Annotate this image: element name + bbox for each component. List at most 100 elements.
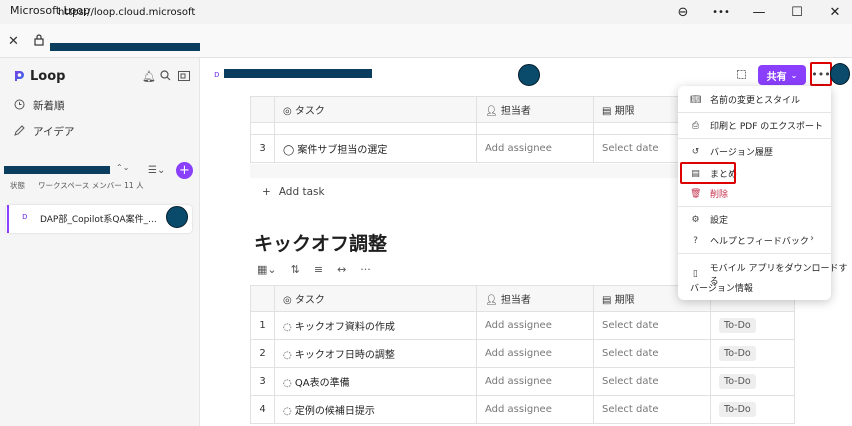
redacted-avatar-header [518, 64, 540, 86]
filter-icon[interactable]: ≡ [314, 263, 323, 276]
menu-item-rename[interactable]: 📖︎ 名前の変更とスタイル [690, 93, 800, 107]
url-text[interactable]: https://loop.cloud.microsoft [58, 7, 195, 18]
calendar-icon: ▤ [602, 295, 612, 306]
workspace-switcher-icon[interactable]: ⌃⌄ [116, 163, 129, 172]
close-icon[interactable]: ✕ [8, 34, 19, 49]
table-row[interactable]: 2 ◌ キックオフ日時の調整 Add assignee Select date … [250, 339, 795, 368]
due-column-header: 期限 [614, 295, 635, 306]
assignee-cell[interactable]: Add assignee [476, 134, 594, 163]
sidebar [0, 58, 200, 426]
assignee-column-header: 担当者 [500, 295, 531, 306]
help-icon: ? [693, 235, 698, 246]
add-task-label: Add task [278, 186, 325, 198]
sort-icon[interactable]: ⇅ [291, 263, 300, 276]
task-text[interactable]: 定例の候補日提示 [295, 406, 375, 417]
nav-ideas[interactable]: アイデア [14, 124, 74, 139]
row-number: 3 [250, 134, 275, 163]
share-button[interactable]: 共有 ⌄ [758, 65, 806, 85]
nav-recent-label: 新着順 [33, 100, 65, 112]
task-text[interactable]: キックオフ日時の調整 [295, 350, 395, 361]
chevron-right-icon: › [810, 233, 814, 244]
panel-icon[interactable] [178, 71, 190, 84]
task-text[interactable]: 案件サブ担当の選定 [297, 145, 387, 156]
task-progress-icon[interactable]: ◌ [283, 378, 292, 389]
status-badge[interactable]: To-Do [719, 318, 756, 333]
page-item-label: DAP部_Copilot系QA案件_... [40, 215, 157, 225]
task-table-2: ◎ タスク 👤︎ 担当者 ▤ 期限 1 ◌ キックオフ資料の作成 Add ass… [250, 285, 795, 424]
due-cell[interactable]: Select date [593, 367, 711, 396]
menu-item-about[interactable]: バージョン情報 [690, 281, 753, 294]
more-options-button[interactable]: ••• [810, 62, 832, 86]
address-bar [0, 24, 852, 58]
section-title[interactable]: キックオフ調整 [254, 229, 387, 256]
menu-item-help[interactable]: ? ヘルプとフィードバック [690, 234, 820, 248]
task-text[interactable]: QA表の準備 [295, 378, 350, 389]
menu-item-label: バージョン情報 [690, 284, 753, 294]
assignee-cell[interactable]: Add assignee [476, 311, 594, 340]
minimize-button[interactable]: — [740, 0, 778, 24]
zoom-icon[interactable]: ⊖ [664, 0, 702, 24]
loop-logo-icon [12, 69, 26, 83]
table-toolbar: ▦⌄ ⇅ ≡ ↔ ··· [257, 263, 371, 276]
assignee-cell[interactable]: Add assignee [476, 367, 594, 396]
table-view-icon[interactable]: ▦⌄ [257, 263, 277, 276]
menu-item-version-history[interactable]: ↺ バージョン履歴 [690, 145, 773, 159]
table-row[interactable]: 1 ◌ キックオフ資料の作成 Add assignee Select date … [250, 311, 795, 340]
status-badge[interactable]: To-Do [719, 374, 756, 389]
menu-item-label: バージョン履歴 [710, 148, 773, 158]
table-row[interactable]: 3 ◌ QA表の準備 Add assignee Select date To-D… [250, 367, 795, 396]
width-icon[interactable]: ↔ [337, 263, 346, 276]
bell-icon[interactable]: 🔔︎ [142, 70, 156, 83]
printer-icon: ⎙ [691, 120, 700, 131]
list-view-icon[interactable]: ☰⌄ [148, 165, 165, 176]
close-window-button[interactable]: ✕ [816, 0, 852, 24]
lock-icon[interactable] [34, 34, 44, 46]
assignee-cell[interactable]: Add assignee [476, 395, 594, 424]
search-icon[interactable] [160, 70, 171, 84]
redacted-avatar [166, 206, 188, 228]
nav-recent[interactable]: 新着順 [14, 98, 65, 113]
plus-icon: + [262, 186, 271, 198]
book-icon: 📖︎ [690, 94, 702, 105]
menu-item-label: 印刷と PDF のエクスポート [710, 122, 823, 132]
more-icon[interactable]: ··· [360, 263, 371, 276]
due-column-header: 期限 [614, 106, 635, 117]
copy-icon[interactable] [735, 68, 747, 83]
due-cell[interactable]: Select date [593, 311, 711, 340]
due-cell[interactable]: Select date [593, 395, 711, 424]
task-column-icon: ◎ [283, 106, 292, 117]
menu-item-delete[interactable]: 🗑︎ 削除 [690, 187, 728, 201]
task-checkbox-icon[interactable]: ◯ [283, 145, 294, 156]
add-page-button[interactable]: + [176, 162, 193, 179]
nav-ideas-label: アイデア [33, 126, 75, 138]
menu-item-label: ヘルプとフィードバック [710, 237, 809, 247]
pen-icon [14, 124, 25, 139]
trash-icon: 🗑︎ [690, 188, 702, 199]
menu-divider [678, 112, 831, 113]
assignee-cell[interactable]: Add assignee [476, 339, 594, 368]
menu-item-settings[interactable]: ⚙ 設定 [690, 213, 728, 227]
task-progress-icon[interactable]: ◌ [283, 406, 292, 417]
assignee-column-header: 担当者 [500, 106, 531, 117]
loop-page-icon-header: ᴅ [214, 70, 220, 80]
workspace-status: 状態 [10, 181, 25, 190]
menu-item-print[interactable]: ⎙ 印刷と PDF のエクスポート [690, 119, 823, 133]
phone-icon: ▯ [692, 269, 698, 279]
task-column-icon: ◎ [283, 295, 292, 306]
maximize-button[interactable]: ☐ [778, 0, 816, 24]
due-cell[interactable]: Select date [593, 339, 711, 368]
highlight-box [680, 162, 736, 184]
task-progress-icon[interactable]: ◌ [283, 322, 292, 333]
app-name: Loop [30, 69, 66, 84]
task-text[interactable]: キックオフ資料の作成 [295, 322, 395, 333]
add-task-button[interactable]: + Add task [262, 186, 325, 198]
status-badge[interactable]: To-Do [719, 346, 756, 361]
status-badge[interactable]: To-Do [719, 402, 756, 417]
task-progress-icon[interactable]: ◌ [283, 350, 292, 361]
more-options-icon[interactable]: ••• [702, 0, 740, 24]
table-row[interactable]: 4 ◌ 定例の候補日提示 Add assignee Select date To… [250, 395, 795, 424]
history-icon: ↺ [691, 146, 700, 157]
row-number: 3 [250, 367, 275, 396]
share-button-label: 共有 [766, 71, 787, 83]
chevron-down-icon: ⌄ [790, 70, 798, 80]
